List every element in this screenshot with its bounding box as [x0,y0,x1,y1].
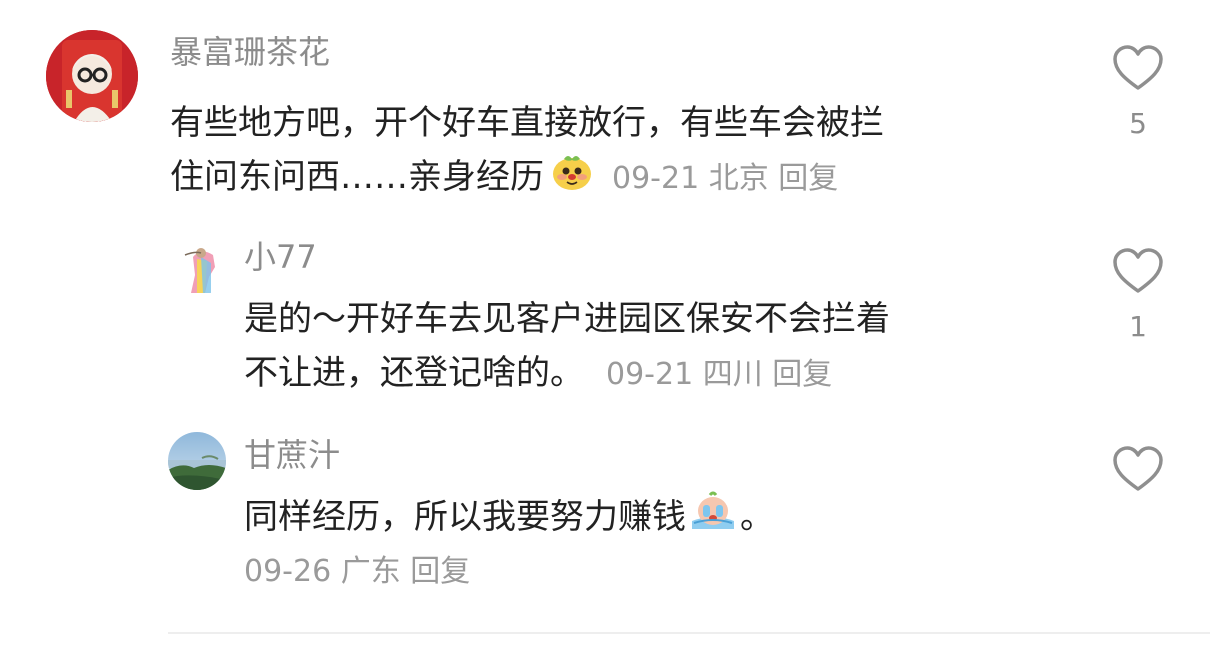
comment-item: 暴富珊茶花 有些地方吧，开个好车直接放行，有些车会被拦 住问东问西……亲身经历 … [0,0,1210,215]
like-button[interactable]: 5 [1108,44,1168,140]
reply-button[interactable]: 回复 [772,357,832,392]
comment-text-line: 不让进，还登记啥的。 09-21 四川 回复 [244,346,890,402]
comment-text-line: 住问东问西……亲身经历 09-21 北京 回复 [170,150,884,207]
comment-location: 广东 [340,553,401,589]
username[interactable]: 小77 [244,237,317,277]
heart-outline-icon [1113,248,1163,293]
avatar-image [171,237,229,295]
comment-text-line: 是的～开好车去见客户进园区保安不会拦着 [244,299,890,339]
comment-text-line: 09-26 广东 回复 [244,543,774,599]
avatar-image [46,30,138,122]
comment-meta: 09-26 广东 回复 [244,554,470,589]
comment-text-segment: 住问东问西……亲身经历 [170,157,544,197]
like-button[interactable]: 1 [1108,247,1168,343]
heart-outline-icon [1113,446,1163,491]
username[interactable]: 甘蔗汁 [244,435,340,475]
dog-face-emoji-icon [550,151,594,207]
like-count: 5 [1129,107,1147,140]
comment-text-segment: 同样经历，所以我要努力赚钱 [244,497,686,537]
comment-location: 四川 [702,357,763,392]
comment-text: 有些地方吧，开个好车直接放行，有些车会被拦 住问东问西……亲身经历 09-21 … [170,96,884,207]
comment-date: 09-21 [612,161,700,196]
comment-meta: 09-21 四川 回复 [606,357,832,392]
comment-item: 小77 是的～开好车去见客户进园区保安不会拦着 不让进，还登记啥的。 09-21 … [0,215,1210,415]
comment-text-line: 有些地方吧，开个好车直接放行，有些车会被拦 [170,103,884,143]
avatar[interactable] [168,432,226,490]
username[interactable]: 暴富珊茶花 [170,32,330,72]
comment-text: 是的～开好车去见客户进园区保安不会拦着 不让进，还登记啥的。 09-21 四川 回… [244,292,890,402]
like-button[interactable] [1108,445,1168,509]
reply-button[interactable]: 回复 [778,161,838,196]
reply-button[interactable]: 回复 [410,554,470,589]
comment-text-segment: 不让进，还登记啥的。 [244,353,584,393]
heart-outline-icon [1113,45,1163,90]
comment-meta: 09-21 北京 回复 [612,161,838,196]
divider [168,632,1210,634]
avatar[interactable] [171,237,229,295]
like-count: 1 [1129,310,1147,343]
comment-text: 同样经历，所以我要努力赚钱 。 09-26 广东 回复 [244,490,774,599]
comment-item: 甘蔗汁 同样经历，所以我要努力赚钱 。 09-26 广东 回复 [0,415,1210,615]
comment-text-segment: 。 [740,497,774,537]
comment-location: 北京 [708,161,769,196]
comment-text-line: 同样经历，所以我要努力赚钱 。 [244,490,774,547]
comment-date: 09-26 [244,553,332,589]
avatar-image [168,432,226,490]
crying-face-emoji-icon [688,491,738,547]
avatar[interactable] [46,30,138,122]
comment-date: 09-21 [606,357,694,392]
